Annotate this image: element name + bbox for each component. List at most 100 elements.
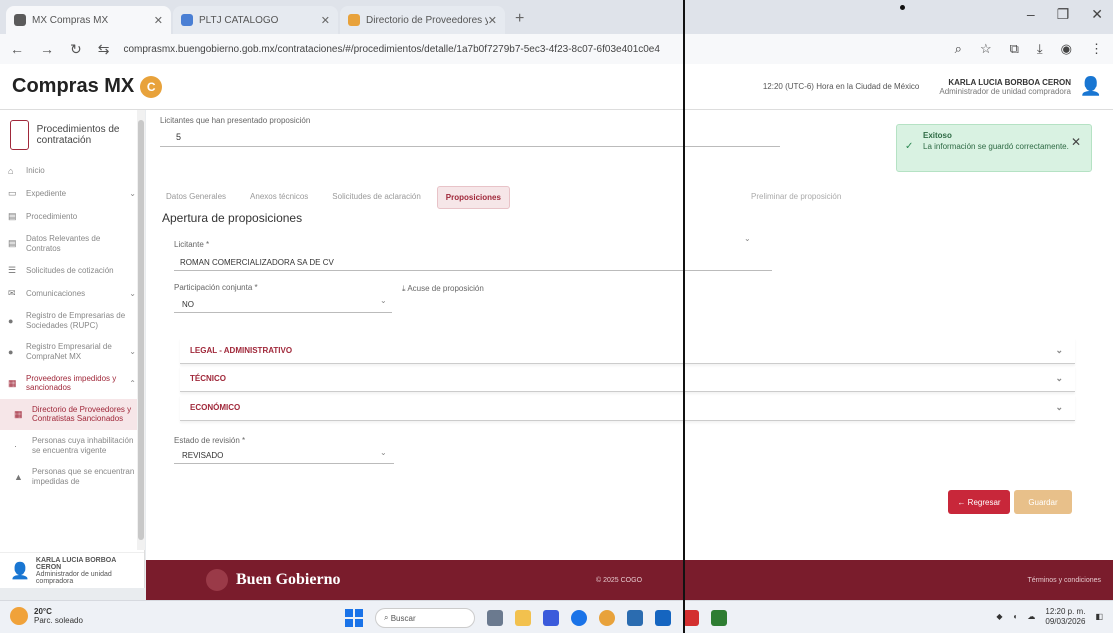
copilot-icon[interactable] bbox=[543, 610, 559, 626]
volume-icon[interactable]: ◖ bbox=[1013, 612, 1018, 621]
zoom-icon[interactable]: ⌕ bbox=[955, 41, 962, 57]
sidebar-item-datos-relevantes[interactable]: ▤ Datos Relevantes de Contratos bbox=[0, 228, 144, 259]
search-icon: ⌕ bbox=[384, 613, 391, 622]
sidebar-item-label: Proveedores impedidos y sancionados bbox=[26, 373, 117, 393]
overlay-dot bbox=[900, 5, 905, 10]
acuse-link[interactable]: ⤓ Acuse de proposición bbox=[402, 284, 484, 294]
chrome-icon[interactable] bbox=[599, 610, 615, 626]
bookmark-icon[interactable]: ☆ bbox=[980, 41, 992, 57]
browser-tabstrip: MX Compras MX ✕ PLTJ CATALOGO ✕ Director… bbox=[0, 0, 1113, 34]
browser-tab-directorio[interactable]: Directorio de Proveedores y C ✕ bbox=[340, 6, 505, 34]
menu-icon[interactable]: ⋮ bbox=[1090, 41, 1103, 57]
tab-proposiciones[interactable]: Proposiciones bbox=[436, 186, 510, 209]
windows-start-icon[interactable] bbox=[345, 609, 363, 627]
participacion-label: Participación conjunta * bbox=[174, 283, 258, 292]
app-logo[interactable]: Compras MX C bbox=[12, 75, 163, 98]
accordion-tecnico[interactable]: TÉCNICO ⌄ bbox=[180, 366, 1075, 392]
weather-widget[interactable]: 20°C Parc. soleado bbox=[10, 607, 83, 625]
close-icon[interactable]: ✕ bbox=[1071, 135, 1081, 149]
download-icon[interactable]: ⤓ bbox=[1037, 41, 1043, 57]
close-icon[interactable]: ✕ bbox=[154, 14, 163, 27]
participacion-select[interactable]: NO bbox=[182, 300, 194, 309]
word-icon[interactable] bbox=[655, 610, 671, 626]
close-icon[interactable]: ✕ bbox=[321, 14, 330, 27]
sidebar-item-inhabilitacion[interactable]: · Personas cuya inhabilitación se encuent… bbox=[0, 430, 144, 461]
clock-time: 12:20 p. m. bbox=[1045, 607, 1086, 616]
doc-icon: ▤ bbox=[8, 238, 17, 249]
taskbar-apps: ⌕ Buscar bbox=[345, 608, 727, 628]
estado-select[interactable]: REVISADO bbox=[182, 451, 223, 460]
sidebar-item-comunicaciones[interactable]: ✉ Comunicaciones ⌄ bbox=[0, 282, 144, 305]
address-bar[interactable]: comprasmx.buengobierno.gob.mx/contrataci… bbox=[123, 44, 954, 55]
new-tab-button[interactable]: + bbox=[507, 10, 532, 34]
taskbar-clock[interactable]: 12:20 p. m. 09/03/2026 bbox=[1045, 607, 1085, 626]
accordion-economico[interactable]: ECONÓMICO ⌄ bbox=[180, 395, 1075, 421]
search-placeholder: Buscar bbox=[390, 613, 416, 623]
sidebar-user[interactable]: 👤 KARLA LUCIA BORBOA CERON Administrador… bbox=[0, 552, 144, 588]
sun-icon bbox=[10, 607, 28, 625]
seal-icon bbox=[206, 569, 228, 591]
network-icon[interactable]: ◆ bbox=[996, 612, 1002, 621]
chevron-down-icon[interactable]: ⌄ bbox=[380, 296, 387, 305]
sidebar-item-procedimiento[interactable]: ▤ Procedimiento bbox=[0, 205, 144, 228]
excel-icon[interactable] bbox=[711, 610, 727, 626]
accordion-legal[interactable]: LEGAL - ADMINISTRATIVO ⌄ bbox=[180, 338, 1075, 364]
footer-terms-link[interactable]: Términos y condiciones bbox=[1027, 577, 1101, 584]
toast-message: La información se guardó correctamente. bbox=[923, 142, 1069, 151]
save-button[interactable]: Guardar bbox=[1014, 490, 1072, 514]
tab-solicitudes[interactable]: Solicitudes de aclaración bbox=[324, 186, 429, 209]
back-icon[interactable]: ← bbox=[10, 41, 24, 58]
scrollbar-thumb[interactable] bbox=[138, 120, 144, 540]
avatar[interactable]: 👤 bbox=[1080, 76, 1102, 97]
sidebar-item-label: Datos Relevantes de Contratos bbox=[26, 234, 101, 253]
taskbar-search[interactable]: ⌕ Buscar bbox=[375, 608, 475, 628]
minimize-icon[interactable]: – bbox=[1027, 6, 1035, 23]
detail-tabs: Datos Generales Anexos técnicos Solicitu… bbox=[158, 186, 510, 209]
sidebar-scrollbar[interactable] bbox=[137, 110, 145, 550]
header-user[interactable]: KARLA LUCIA BORBOA CERON Administrador d… bbox=[939, 78, 1071, 96]
tab-anexos[interactable]: Anexos técnicos bbox=[242, 186, 316, 209]
user-icon: 👤 bbox=[10, 562, 30, 580]
store-icon[interactable] bbox=[627, 610, 643, 626]
reload-icon[interactable]: ↻ bbox=[70, 41, 82, 58]
sidebar-item-label: Registro Empresarial de CompraNet MX bbox=[26, 342, 112, 361]
tab-preliminar[interactable]: Preliminar de proposición bbox=[751, 192, 841, 201]
widgets-icon[interactable] bbox=[487, 610, 503, 626]
extensions-icon[interactable]: ⧉ bbox=[1010, 41, 1019, 57]
doc-icon: ▤ bbox=[8, 211, 17, 221]
browser-tab-compras[interactable]: MX Compras MX ✕ bbox=[6, 6, 171, 34]
edge-icon[interactable] bbox=[571, 610, 587, 626]
maximize-icon[interactable]: ❐ bbox=[1057, 6, 1070, 23]
accordion-title: TÉCNICO bbox=[190, 374, 226, 383]
window-controls: – ❐ ✕ bbox=[1027, 6, 1103, 23]
sidebar-item-registro-rupc[interactable]: ● Registro de Empresarias de Sociedades (… bbox=[0, 305, 144, 336]
profile-icon[interactable]: ◉ bbox=[1061, 41, 1072, 57]
back-button[interactable]: ← Regresar bbox=[948, 490, 1010, 514]
sidebar-item-expediente[interactable]: ▭ Expediente ⌄ bbox=[0, 182, 144, 205]
close-icon[interactable]: ✕ bbox=[488, 14, 497, 27]
sidebar-item-proveedores[interactable]: ▦ Proveedores impedidos y sancionados ⌃ bbox=[0, 368, 144, 399]
main-content: Licitantes que han presentado proposició… bbox=[146, 110, 1113, 560]
tab-datos-generales[interactable]: Datos Generales bbox=[158, 186, 234, 209]
sidebar-item-solicitudes[interactable]: ☰ Solicitudes de cotización bbox=[0, 259, 144, 282]
acrobat-icon[interactable] bbox=[683, 610, 699, 626]
chevron-down-icon[interactable]: ⌄ bbox=[744, 234, 751, 243]
sidebar-user-role: Administrador de unidad compradora bbox=[35, 570, 112, 585]
sidebar-item-impedidas[interactable]: ▲ Personas que se encuentran impedidas de bbox=[0, 461, 144, 492]
licitante-select[interactable]: ROMAN COMERCIALIZADORA SA DE CV bbox=[180, 258, 334, 267]
overlay-line bbox=[683, 0, 685, 633]
sidebar-item-inicio[interactable]: ⌂ Inicio bbox=[0, 160, 144, 182]
sidebar-item-directorio[interactable]: ▦ Directorio de Proveedores y Contratista… bbox=[0, 398, 144, 430]
user-icon: ● bbox=[8, 315, 14, 326]
footer-brand: Buen Gobierno bbox=[236, 571, 341, 588]
notification-icon[interactable]: ◧ bbox=[1095, 612, 1103, 621]
chevron-down-icon[interactable]: ⌄ bbox=[380, 448, 387, 457]
file-explorer-icon[interactable] bbox=[515, 610, 531, 626]
close-window-icon[interactable]: ✕ bbox=[1091, 6, 1103, 23]
forward-icon[interactable]: → bbox=[40, 41, 54, 58]
header-user-name: KARLA LUCIA BORBOA CERON bbox=[948, 77, 1071, 87]
sidebar-item-registro-empresarial[interactable]: ● Registro Empresarial de CompraNet MX ⌄ bbox=[0, 336, 144, 367]
site-info-icon[interactable]: ⇆ bbox=[98, 41, 110, 58]
cloud-icon[interactable]: ☁ bbox=[1027, 612, 1035, 621]
browser-tab-catalogo[interactable]: PLTJ CATALOGO ✕ bbox=[173, 6, 338, 34]
